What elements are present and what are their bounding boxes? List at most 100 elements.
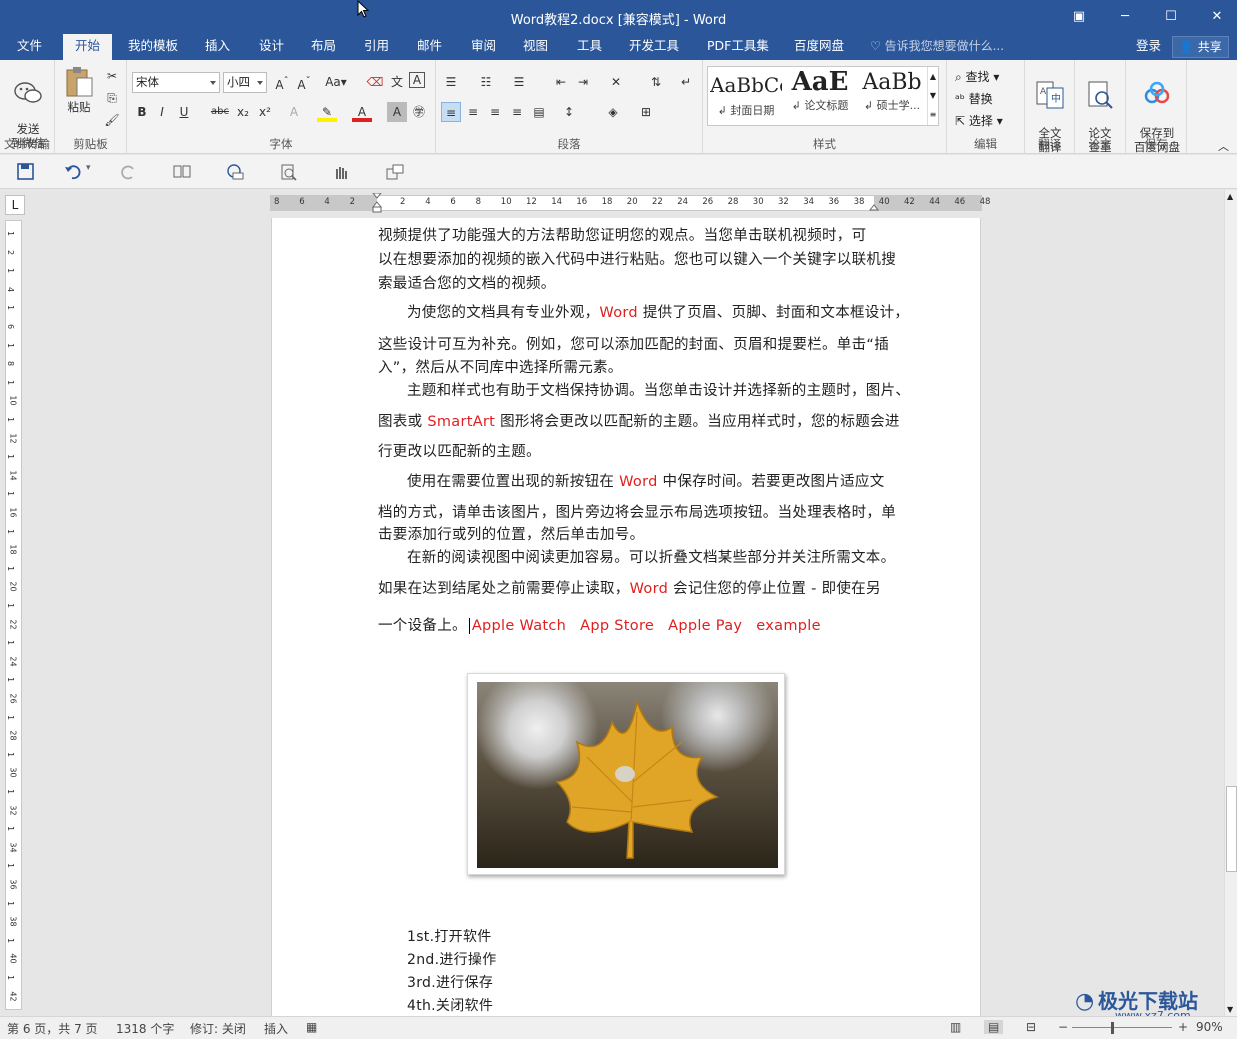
style-paper-title[interactable]: AaE ↲ 论文标题: [784, 67, 856, 125]
revision-status[interactable]: 修订: 关闭: [190, 1020, 246, 1037]
indent-marker-icon[interactable]: [371, 192, 383, 213]
login-link[interactable]: 登录: [1136, 34, 1161, 58]
cut-icon[interactable]: ✂: [102, 66, 122, 86]
tab-design[interactable]: 设计: [247, 34, 296, 60]
copy-icon[interactable]: ⎘: [102, 88, 122, 108]
tab-references[interactable]: 引用: [352, 34, 401, 60]
undo-dropdown-icon[interactable]: ▾: [86, 163, 106, 181]
font-name-select[interactable]: 宋体: [132, 72, 220, 93]
close-button[interactable]: ✕: [1202, 6, 1232, 28]
save-icon[interactable]: [16, 163, 36, 181]
highlight-color-icon[interactable]: ✎: [317, 102, 337, 122]
text-effects-icon[interactable]: A: [284, 102, 304, 122]
maximize-button[interactable]: ☐: [1156, 6, 1186, 28]
page-count[interactable]: 第 6 页，共 7 页: [7, 1020, 98, 1037]
italic-icon[interactable]: I: [152, 102, 172, 122]
word-count[interactable]: 1318 个字: [116, 1020, 174, 1037]
tab-tools[interactable]: 工具: [565, 34, 614, 60]
subscript-icon[interactable]: x₂: [233, 102, 253, 122]
tab-stop-selector[interactable]: L: [5, 195, 25, 215]
shading-icon[interactable]: ◈: [603, 102, 623, 122]
zoom-level[interactable]: 90%: [1196, 1020, 1223, 1034]
phonetic-guide-icon[interactable]: 文: [387, 72, 407, 92]
style-cover-date[interactable]: AaBbCc ↲ 封面日期: [710, 67, 782, 125]
zoom-slider-track[interactable]: [1072, 1027, 1172, 1028]
tab-view[interactable]: 视图: [511, 34, 560, 60]
print-preview-icon[interactable]: [279, 163, 299, 181]
multilevel-list-icon[interactable]: ☰: [509, 72, 529, 92]
line-spacing-icon[interactable]: ↕: [559, 102, 579, 122]
tab-my-templates[interactable]: 我的模板: [116, 34, 190, 60]
insert-mode[interactable]: 插入: [264, 1020, 288, 1037]
character-shading-icon[interactable]: A: [387, 102, 407, 122]
tab-file[interactable]: 文件: [5, 34, 54, 60]
zoom-slider-thumb[interactable]: [1111, 1022, 1114, 1034]
customize-icon[interactable]: [385, 163, 405, 181]
select-button[interactable]: ⇱ 选择 ▾: [955, 110, 1003, 132]
web-layout-view-icon[interactable]: ⊟: [1026, 1020, 1036, 1034]
justify-icon[interactable]: ≡: [507, 102, 527, 122]
tab-review[interactable]: 审阅: [459, 34, 508, 60]
grow-font-icon[interactable]: Aˆ: [272, 72, 292, 92]
underline-icon[interactable]: U: [174, 102, 194, 122]
align-center-icon[interactable]: ≡: [463, 102, 483, 122]
read-mode-icon[interactable]: [172, 163, 192, 181]
scroll-up-icon[interactable]: ▲: [1227, 192, 1233, 201]
strikethrough-icon[interactable]: abc: [210, 102, 230, 122]
vertical-ruler[interactable]: 1 2 1 4 1 6 1 8 1 10 1 12 1 14 1 16 1 18 1 20 1 22 1 24 1 26 1 28 1 3…: [5, 220, 22, 1010]
paste-button[interactable]: 粘贴: [61, 66, 97, 114]
align-left-icon[interactable]: ≡: [441, 102, 461, 122]
right-indent-marker-icon[interactable]: [868, 201, 880, 211]
horizontal-ruler[interactable]: 8 6 4 2 2 4 6 8 10 12 14 16 18 20 22 24 26 28 30 32 34 36 38 40…: [270, 192, 990, 213]
font-size-select[interactable]: 小四: [223, 72, 267, 93]
redo-icon[interactable]: [118, 163, 138, 181]
borders-icon[interactable]: ⊞: [636, 102, 656, 122]
scroll-down-icon[interactable]: ▼: [1227, 1005, 1233, 1014]
character-border-icon[interactable]: A: [409, 72, 425, 88]
show-marks-icon[interactable]: ↵: [676, 72, 696, 92]
increase-indent-icon[interactable]: ⇥: [573, 72, 593, 92]
format-painter-icon[interactable]: 🖌: [102, 110, 122, 130]
touch-mode-icon[interactable]: [331, 163, 351, 181]
tab-mailings[interactable]: 邮件: [405, 34, 454, 60]
align-right-icon[interactable]: ≡: [485, 102, 505, 122]
web-layout-icon[interactable]: [225, 163, 245, 181]
chinese-layout-icon[interactable]: ✕: [606, 72, 626, 92]
distributed-icon[interactable]: ▤: [529, 102, 549, 122]
tab-developer[interactable]: 开发工具: [617, 34, 691, 60]
tab-insert[interactable]: 插入: [193, 34, 242, 60]
style-master-thesis[interactable]: AaBb ↲ 硕士学...: [856, 67, 928, 125]
numbering-icon[interactable]: ☷: [476, 72, 496, 92]
minimize-button[interactable]: ─: [1110, 6, 1140, 28]
enclose-character-icon[interactable]: ㊫: [409, 102, 429, 122]
superscript-icon[interactable]: x²: [255, 102, 275, 122]
find-button[interactable]: ⌕ 查找 ▾: [955, 66, 1003, 88]
shrink-font-icon[interactable]: Aˇ: [294, 72, 314, 92]
bold-icon[interactable]: B: [132, 102, 152, 122]
print-layout-view-icon[interactable]: ▤: [984, 1020, 1004, 1034]
vertical-scrollbar[interactable]: ▲ ▼: [1224, 190, 1237, 1016]
ribbon-display-options-button[interactable]: ▣: [1064, 6, 1094, 28]
tell-me-box[interactable]: ♡ 告诉我您想要做什么...: [870, 34, 1004, 58]
zoom-out-icon[interactable]: −: [1058, 1020, 1068, 1034]
sort-icon[interactable]: ⇅: [646, 72, 666, 92]
share-button[interactable]: 👤 共享: [1172, 36, 1229, 58]
collapse-ribbon-icon[interactable]: ︿: [1218, 138, 1229, 154]
undo-icon[interactable]: [64, 163, 84, 181]
tab-baidu-netdisk[interactable]: 百度网盘: [782, 34, 856, 60]
tab-layout[interactable]: 布局: [299, 34, 348, 60]
zoom-in-icon[interactable]: +: [1178, 1020, 1188, 1034]
inline-photo[interactable]: [467, 673, 785, 875]
scrollbar-thumb[interactable]: [1226, 786, 1237, 872]
tab-home[interactable]: 开始: [63, 34, 113, 60]
read-mode-view-icon[interactable]: ▥: [950, 1020, 961, 1034]
clear-formatting-icon[interactable]: ⌫: [365, 72, 385, 92]
styles-scroll-icon[interactable]: ▲ ▼ ≡: [927, 67, 938, 125]
bullets-icon[interactable]: ☰: [441, 72, 461, 92]
decrease-indent-icon[interactable]: ⇤: [551, 72, 571, 92]
replace-button[interactable]: ᵃᵇ 替换: [955, 88, 1003, 110]
macro-record-icon[interactable]: ▦: [306, 1020, 317, 1034]
font-color-icon[interactable]: A: [352, 102, 372, 122]
tab-pdf-tools[interactable]: PDF工具集: [695, 34, 781, 60]
change-case-icon[interactable]: Aa▾: [323, 72, 349, 92]
